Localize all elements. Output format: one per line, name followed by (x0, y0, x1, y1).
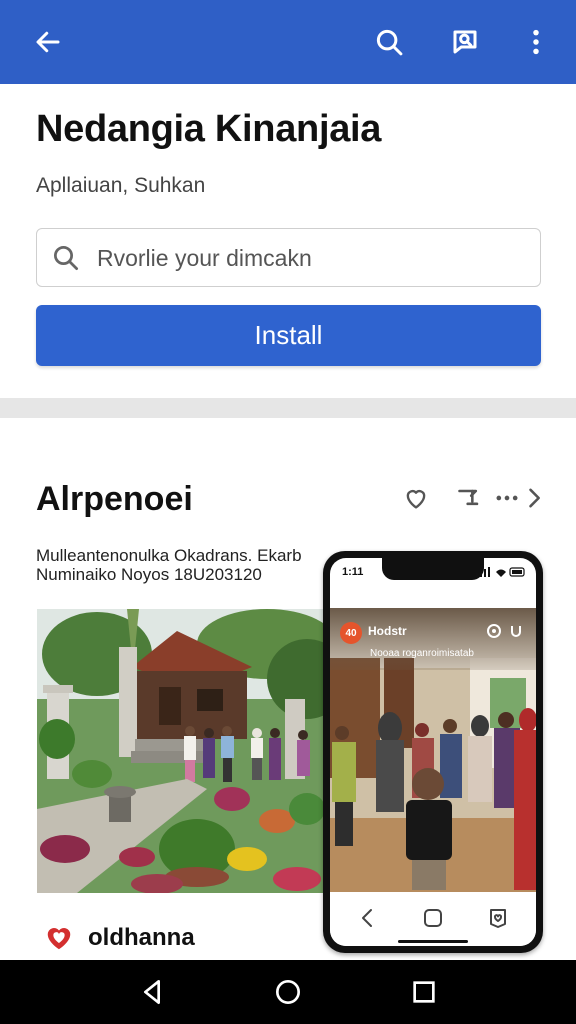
video-overlay-bar (330, 608, 536, 670)
video-subtitle: Nooaa roganroimisatab (370, 648, 474, 659)
app-subtitle: Apllaiuan, Suhkan (36, 174, 206, 197)
more-horiz-icon[interactable] (493, 484, 518, 516)
video-channel-name: Hodstr (368, 624, 407, 638)
phone-home-indicator (398, 940, 468, 943)
meta-line-2: Numinaiko Noyos 18U203120 (36, 565, 262, 584)
home-square-icon[interactable] (421, 906, 445, 930)
share-icon[interactable] (456, 484, 484, 516)
nav-home-icon[interactable] (272, 976, 304, 1008)
section-title: Alrpenoei (36, 480, 193, 518)
phone-status-time: 1:11 (342, 566, 364, 578)
search-icon (54, 246, 78, 270)
top-app-bar (0, 0, 576, 84)
app-screen: Nedangia Kinanjaia Apllaiuan, Suhkan Rvo… (0, 0, 576, 1024)
nav-recents-icon[interactable] (408, 976, 440, 1008)
bookmark-heart-icon[interactable] (486, 906, 510, 930)
phone-notch (382, 558, 484, 580)
video-channel-avatar[interactable]: 40 (340, 622, 362, 644)
install-button[interactable]: Install (36, 305, 541, 366)
video-controls-icons[interactable] (486, 623, 526, 639)
chat-search-icon[interactable] (447, 24, 483, 60)
section-divider (0, 398, 576, 418)
more-vert-icon[interactable] (518, 24, 554, 60)
arrow-left-icon[interactable] (30, 24, 66, 60)
brand-footer[interactable]: oldhanna (44, 922, 195, 954)
phone-video[interactable]: 40 Hodstr Nooaa roganroimisatab (330, 608, 536, 892)
meta-line-1: Mulleantenonulka Okadrans. Ekarb (36, 546, 302, 565)
section-meta: Mulleantenonulka Okadrans. Ekarb Numinai… (36, 546, 302, 584)
system-nav-bar (0, 960, 576, 1024)
chevron-right-icon[interactable] (520, 484, 544, 516)
garden-photo[interactable] (37, 609, 327, 893)
phone-status-icons (476, 567, 525, 577)
search-field[interactable]: Rvorlie your dimcakn (36, 228, 541, 287)
phone-screen: 1:11 40 Hodstr Nooaa roganroimisatab (330, 558, 536, 946)
phone-nav-bar (330, 892, 536, 946)
search-icon[interactable] (371, 24, 407, 60)
heart-logo-icon (47, 928, 71, 950)
phone-mockup: 1:11 40 Hodstr Nooaa roganroimisatab (323, 551, 543, 953)
back-icon[interactable] (356, 906, 380, 930)
search-placeholder: Rvorlie your dimcakn (97, 245, 312, 271)
nav-back-icon[interactable] (136, 976, 168, 1008)
app-title: Nedangia Kinanjaia (36, 108, 382, 150)
heart-outline-icon[interactable] (402, 484, 430, 516)
brand-name: oldhanna (88, 924, 195, 951)
